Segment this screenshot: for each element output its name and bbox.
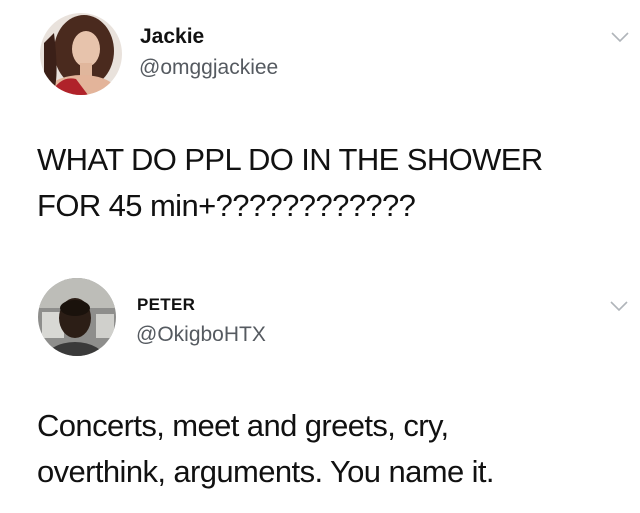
avatar[interactable]	[40, 13, 122, 95]
tweet-text-line: WHAT DO PPL DO IN THE SHOWER	[37, 142, 543, 177]
display-name[interactable]: PETER	[137, 295, 195, 315]
profile-photo-icon	[38, 278, 116, 356]
tweet-text-line: Concerts, meet and greets, cry,	[37, 408, 449, 443]
avatar[interactable]	[38, 278, 116, 356]
tweet-jackie[interactable]: Jackie @omggjackiee WHAT DO PPL DO IN TH…	[0, 0, 640, 270]
chevron-down-icon[interactable]	[611, 31, 629, 43]
user-handle[interactable]: @OkigboHTX	[136, 323, 266, 347]
display-name[interactable]: Jackie	[140, 25, 204, 49]
profile-photo-icon	[40, 13, 122, 95]
tweet-text: Concerts, meet and greets, cry, overthin…	[37, 403, 627, 495]
tweet-text-line: overthink, arguments. You name it.	[37, 454, 495, 489]
user-handle[interactable]: @omggjackiee	[139, 56, 278, 80]
tweet-peter[interactable]: PETER @OkigboHTX Concerts, meet and gree…	[0, 270, 640, 513]
tweet-text: WHAT DO PPL DO IN THE SHOWER FOR 45 min+…	[37, 137, 627, 229]
chevron-down-icon[interactable]	[610, 300, 628, 312]
tweet-text-line: FOR 45 min+????????????	[37, 188, 416, 223]
